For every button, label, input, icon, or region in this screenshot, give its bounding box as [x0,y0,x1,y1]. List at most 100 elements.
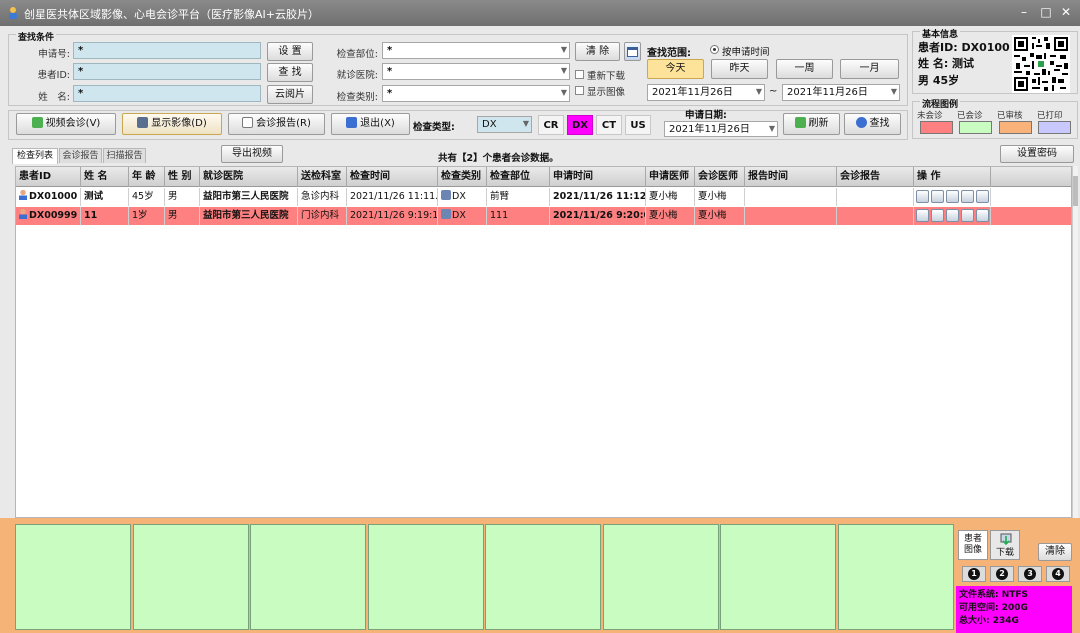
col-modality[interactable]: 检查类别 [438,167,487,187]
col-name[interactable]: 姓 名 [81,167,129,187]
cell-report-time [745,207,837,225]
calendar-button[interactable] [624,42,641,61]
search-button[interactable]: 查找 [844,113,901,135]
tab-download[interactable]: 下载 [990,530,1020,560]
exit-button[interactable]: 退出(X) [331,113,410,135]
apply-time-radio[interactable] [710,45,719,54]
print-icon[interactable] [976,209,989,222]
name-input[interactable]: * [73,85,261,102]
date-to-picker[interactable]: 2021年11月26日 ▼ [782,84,900,101]
modality-icon [441,209,451,219]
cell-consult-doctor: 夏小梅 [695,207,745,225]
show-images-button[interactable]: 显示影像(D) [122,113,222,135]
save-icon[interactable] [931,209,944,222]
cell-hospital: 益阳市第三人民医院 [200,188,298,206]
scrollbar-thumb[interactable] [1073,176,1078,206]
patient-id-input[interactable]: * [73,63,261,80]
thumbnail-slot[interactable] [485,524,601,630]
cloud-film-button[interactable]: 云阅片 [267,85,313,104]
cell-operations [914,188,991,206]
edit-report-icon[interactable] [946,190,959,203]
apply-date-picker[interactable]: 2021年11月26日 ▼ [664,121,778,137]
exam-part-select[interactable]: * ▼ [382,42,570,59]
col-operations[interactable]: 操 作 [914,167,991,187]
range-label: 查找范围: [647,48,691,59]
tab-scan-report[interactable]: 扫描报告 [103,148,146,163]
legend-swatch-consulted [959,121,992,134]
col-age[interactable]: 年 龄 [129,167,165,187]
clear-button[interactable]: 清 除 [575,42,620,61]
view-images-icon[interactable] [916,190,929,203]
month-button[interactable]: 一月 [840,59,899,79]
today-button[interactable]: 今天 [647,59,704,79]
export-video-button[interactable]: 导出视频 [221,145,283,163]
chevron-down-icon: ▼ [522,119,529,128]
thumbnail-slot[interactable] [132,524,249,630]
edit-report-icon[interactable] [946,209,959,222]
tab-exam-list[interactable]: 检查列表 [12,148,58,164]
consult-report-button[interactable]: 会诊报告(R) [228,113,325,135]
apply-no-input[interactable]: * [73,42,261,59]
redownload-checkbox[interactable] [575,70,584,79]
thumbnail-slot[interactable] [837,524,954,630]
tab-patient-images[interactable]: 患者 图像 [958,530,988,560]
cell-hospital: 益阳市第三人民医院 [200,207,298,225]
thumbnail-slot[interactable] [367,524,484,630]
page-button-4[interactable]: 4 [1046,566,1070,582]
set-password-button[interactable]: 设置密码 [1000,145,1074,163]
col-dept[interactable]: 送检科室 [298,167,347,187]
legend-swatch-reviewed [999,121,1032,134]
col-hospital[interactable]: 就诊医院 [200,167,298,187]
page-button-1[interactable]: 1 [962,566,986,582]
video-consult-button[interactable]: 视频会诊(V) [16,113,116,135]
find-button[interactable]: 查 找 [267,63,313,82]
page-button-2[interactable]: 2 [990,566,1014,582]
modality-ct[interactable]: CT [596,115,622,135]
save-icon[interactable] [931,190,944,203]
col-report-time[interactable]: 报告时间 [745,167,837,187]
clear-thumbnails-button[interactable]: 清除 [1038,543,1072,561]
modality-cr[interactable]: CR [538,115,564,135]
week-button[interactable]: 一周 [776,59,833,79]
show-images-checkbox[interactable] [575,86,584,95]
modality-us[interactable]: US [625,115,651,135]
title-bar: 创星医共体区域影像、心电会诊平台（医疗影像AI+云胶片） – □ ✕ [0,0,1080,26]
modality-dx[interactable]: DX [567,115,593,135]
cell-apply-doctor: 夏小梅 [646,207,695,225]
video-consult-label: 视频会诊(V) [45,118,101,129]
yesterday-button[interactable]: 昨天 [711,59,768,79]
page-button-3[interactable]: 3 [1018,566,1042,582]
exam-type-select[interactable]: DX ▼ [477,116,532,133]
maximize-button[interactable]: □ [1038,5,1054,21]
hospital-select[interactable]: * ▼ [382,63,570,80]
exam-type-value: DX [482,119,497,130]
table-row[interactable]: DX00999 11 1岁 男 益阳市第三人民医院 门诊内科 2021/11/2… [16,207,1071,225]
col-consult-report[interactable]: 会诊报告 [837,167,914,187]
col-gender[interactable]: 性 别 [165,167,200,187]
view-images-icon[interactable] [916,209,929,222]
tab-consult-report[interactable]: 会诊报告 [59,148,102,163]
exam-category-select[interactable]: * ▼ [382,85,570,102]
delete-icon[interactable] [961,209,974,222]
app-logo-icon [6,6,20,20]
minimize-button[interactable]: – [1016,5,1032,21]
col-apply-time[interactable]: 申请时间 [550,167,646,187]
table-row[interactable]: DX01000 测试 45岁 男 益阳市第三人民医院 急诊内科 2021/11/… [16,188,1071,206]
thumbnail-slot[interactable] [602,524,719,630]
col-exam-time[interactable]: 检查时间 [347,167,438,187]
print-icon[interactable] [976,190,989,203]
thumbnail-slot[interactable] [15,524,131,630]
col-apply-doctor[interactable]: 申请医师 [646,167,695,187]
col-consult-doctor[interactable]: 会诊医师 [695,167,745,187]
settings-button[interactable]: 设 置 [267,42,313,61]
close-button[interactable]: ✕ [1058,5,1074,21]
date-from-picker[interactable]: 2021年11月26日 ▼ [647,84,765,101]
col-part[interactable]: 检查部位 [487,167,550,187]
refresh-button[interactable]: 刷新 [783,113,840,135]
col-patient-id[interactable]: 患者ID [16,167,81,187]
delete-icon[interactable] [961,190,974,203]
table-scrollbar[interactable] [1072,166,1078,518]
thumbnail-slot[interactable] [250,524,366,630]
thumbnail-slot[interactable] [720,524,836,630]
window-title: 创星医共体区域影像、心电会诊平台（医疗影像AI+云胶片） [24,8,319,21]
